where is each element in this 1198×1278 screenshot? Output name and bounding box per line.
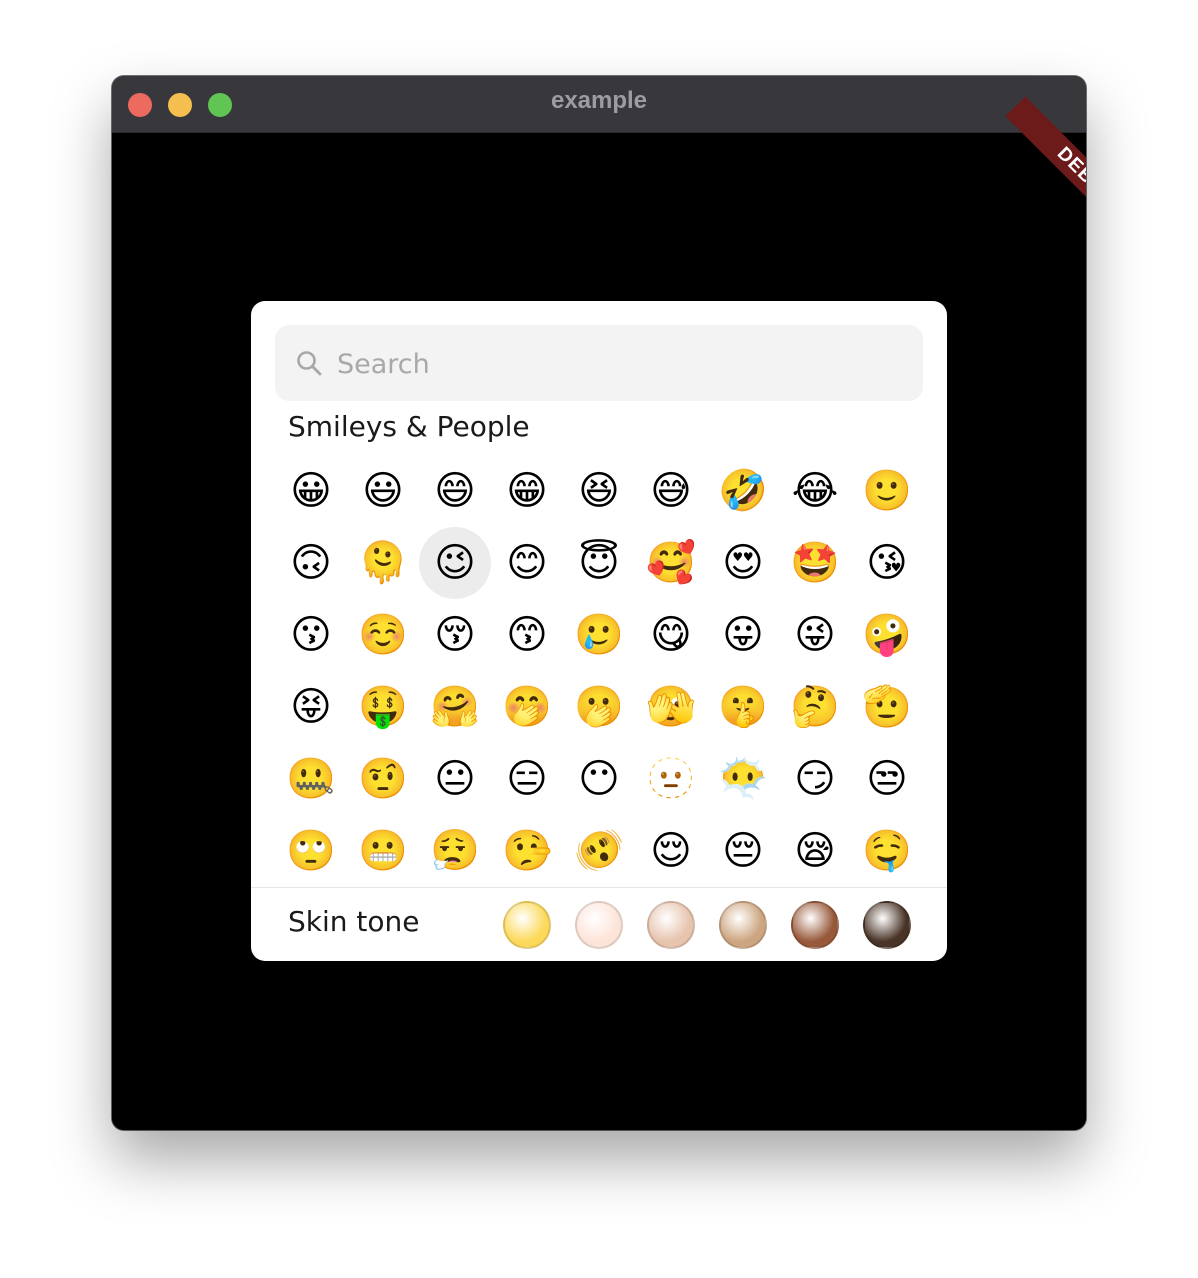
- emoji-cell[interactable]: 😍: [707, 527, 779, 599]
- emoji-cell[interactable]: 😁: [491, 455, 563, 527]
- emoji-cell[interactable]: 😪: [779, 815, 851, 887]
- emoji-cell[interactable]: 🤭: [491, 671, 563, 743]
- emoji-cell[interactable]: 😶: [563, 743, 635, 815]
- emoji-cell[interactable]: 😐: [419, 743, 491, 815]
- emoji-cell[interactable]: 😃: [347, 455, 419, 527]
- emoji-picker: Smileys & People 😀😃😄😁😆😅🤣😂🙂 🙃🫠😉😊😇🥰😍🤩😘 😗☺️😚😙…: [251, 301, 947, 961]
- emoji-cell[interactable]: 🤫: [707, 671, 779, 743]
- skin-tone-medium-dark[interactable]: [791, 901, 839, 949]
- emoji-cell[interactable]: 😇: [563, 527, 635, 599]
- emoji-cell[interactable]: 😋: [635, 599, 707, 671]
- skin-tone-dark[interactable]: [863, 901, 911, 949]
- emoji-cell[interactable]: 🤩: [779, 527, 851, 599]
- emoji-cell[interactable]: 😀: [275, 455, 347, 527]
- skin-tone-light[interactable]: [575, 901, 623, 949]
- emoji-cell[interactable]: 🙄: [275, 815, 347, 887]
- emoji-cell[interactable]: 😆: [563, 455, 635, 527]
- emoji-grid-viewport[interactable]: 😀 😃 😄 😁 😆 😅 🤣 😂 🙂 🙃 🫠 😉 😊 😇 🥰 😍 🤩 😘 😗 ☺️ 😚 😙 🥲 😋 😛 😜 🤪 😝 🤑 🤗 🤭 🫢 🫣 🤫 🤔 🫡 🤐 🤨 😐…: [275, 455, 923, 887]
- emoji-cell[interactable]: 🫨: [563, 815, 635, 887]
- divider: [251, 887, 947, 888]
- emoji-cell[interactable]: 🤤: [851, 815, 923, 887]
- emoji-cell[interactable]: 🤥: [491, 815, 563, 887]
- emoji-cell[interactable]: 🤗: [419, 671, 491, 743]
- skin-tone-label: Skin tone: [288, 905, 420, 938]
- emoji-cell[interactable]: 😬: [347, 815, 419, 887]
- emoji-cell[interactable]: 🫢: [563, 671, 635, 743]
- search-icon: [297, 351, 322, 376]
- app-window: example DEBUG Smileys & People 😀😃😄😁😆😅🤣😂🙂…: [112, 76, 1086, 1130]
- skin-tone-medium-light[interactable]: [647, 901, 695, 949]
- emoji-cell[interactable]: 😚: [419, 599, 491, 671]
- skin-tone-selector: [503, 901, 911, 949]
- emoji-cell[interactable]: 😅: [635, 455, 707, 527]
- emoji-cell[interactable]: 😔: [707, 815, 779, 887]
- skin-tone-medium[interactable]: [719, 901, 767, 949]
- emoji-cell[interactable]: 🥲: [563, 599, 635, 671]
- app-content: DEBUG Smileys & People 😀😃😄😁😆😅🤣😂🙂🙃🫠😉😊😇🥰😍🤩…: [112, 96, 1086, 1130]
- emoji-grid: 😀 😃 😄 😁 😆 😅 🤣 😂 🙂 🙃 🫠 😉 😊 😇 🥰 😍 🤩 😘 😗 ☺️ 😚 😙 🥲 😋 😛 😜 🤪 😝 🤑 🤗 🤭 🫢 🫣 🤫 🤔 🫡 🤐 🤨 😐…: [275, 455, 923, 887]
- emoji-cell[interactable]: 😄: [419, 455, 491, 527]
- search-bar[interactable]: [275, 325, 923, 403]
- emoji-cell[interactable]: 🤣: [707, 455, 779, 527]
- emoji-cell[interactable]: 😂: [779, 455, 851, 527]
- emoji-cell[interactable]: 🥰: [635, 527, 707, 599]
- emoji-cell[interactable]: 😊: [491, 527, 563, 599]
- category-title: Smileys & People: [288, 410, 530, 443]
- emoji-cell[interactable]: 😑: [491, 743, 563, 815]
- emoji-cell[interactable]: 🫡: [851, 671, 923, 743]
- emoji-cell[interactable]: 😏: [779, 743, 851, 815]
- emoji-cell[interactable]: 🙃: [275, 527, 347, 599]
- emoji-cell[interactable]: 😒: [851, 743, 923, 815]
- emoji-cell[interactable]: 🙂: [851, 455, 923, 527]
- emoji-cell[interactable]: 😙: [491, 599, 563, 671]
- emoji-cell[interactable]: 😶‍🌫️: [707, 743, 779, 815]
- emoji-cell[interactable]: 🫠: [347, 527, 419, 599]
- emoji-cell[interactable]: 😜: [779, 599, 851, 671]
- emoji-cell[interactable]: 😘: [851, 527, 923, 599]
- emoji-cell[interactable]: 🤪: [851, 599, 923, 671]
- emoji-cell[interactable]: 😝: [275, 671, 347, 743]
- emoji-cell[interactable]: 🫣: [635, 671, 707, 743]
- emoji-cell[interactable]: 🤐: [275, 743, 347, 815]
- emoji-cell[interactable]: ☺️: [347, 599, 419, 671]
- emoji-cell[interactable]: 😗: [275, 599, 347, 671]
- search-input[interactable]: [335, 325, 899, 403]
- emoji-cell[interactable]: 😛: [707, 599, 779, 671]
- window-title: example: [550, 87, 648, 114]
- emoji-cell[interactable]: 😉: [419, 527, 491, 599]
- emoji-cell[interactable]: 🤨: [347, 743, 419, 815]
- skin-tone-default[interactable]: [503, 901, 551, 949]
- emoji-cell[interactable]: 😌: [635, 815, 707, 887]
- emoji-cell[interactable]: 🫥: [635, 743, 707, 815]
- emoji-cell[interactable]: 🤑: [347, 671, 419, 743]
- emoji-cell[interactable]: 😮‍💨: [419, 815, 491, 887]
- emoji-cell[interactable]: 🤔: [779, 671, 851, 743]
- title-bar[interactable]: example: [112, 76, 1086, 133]
